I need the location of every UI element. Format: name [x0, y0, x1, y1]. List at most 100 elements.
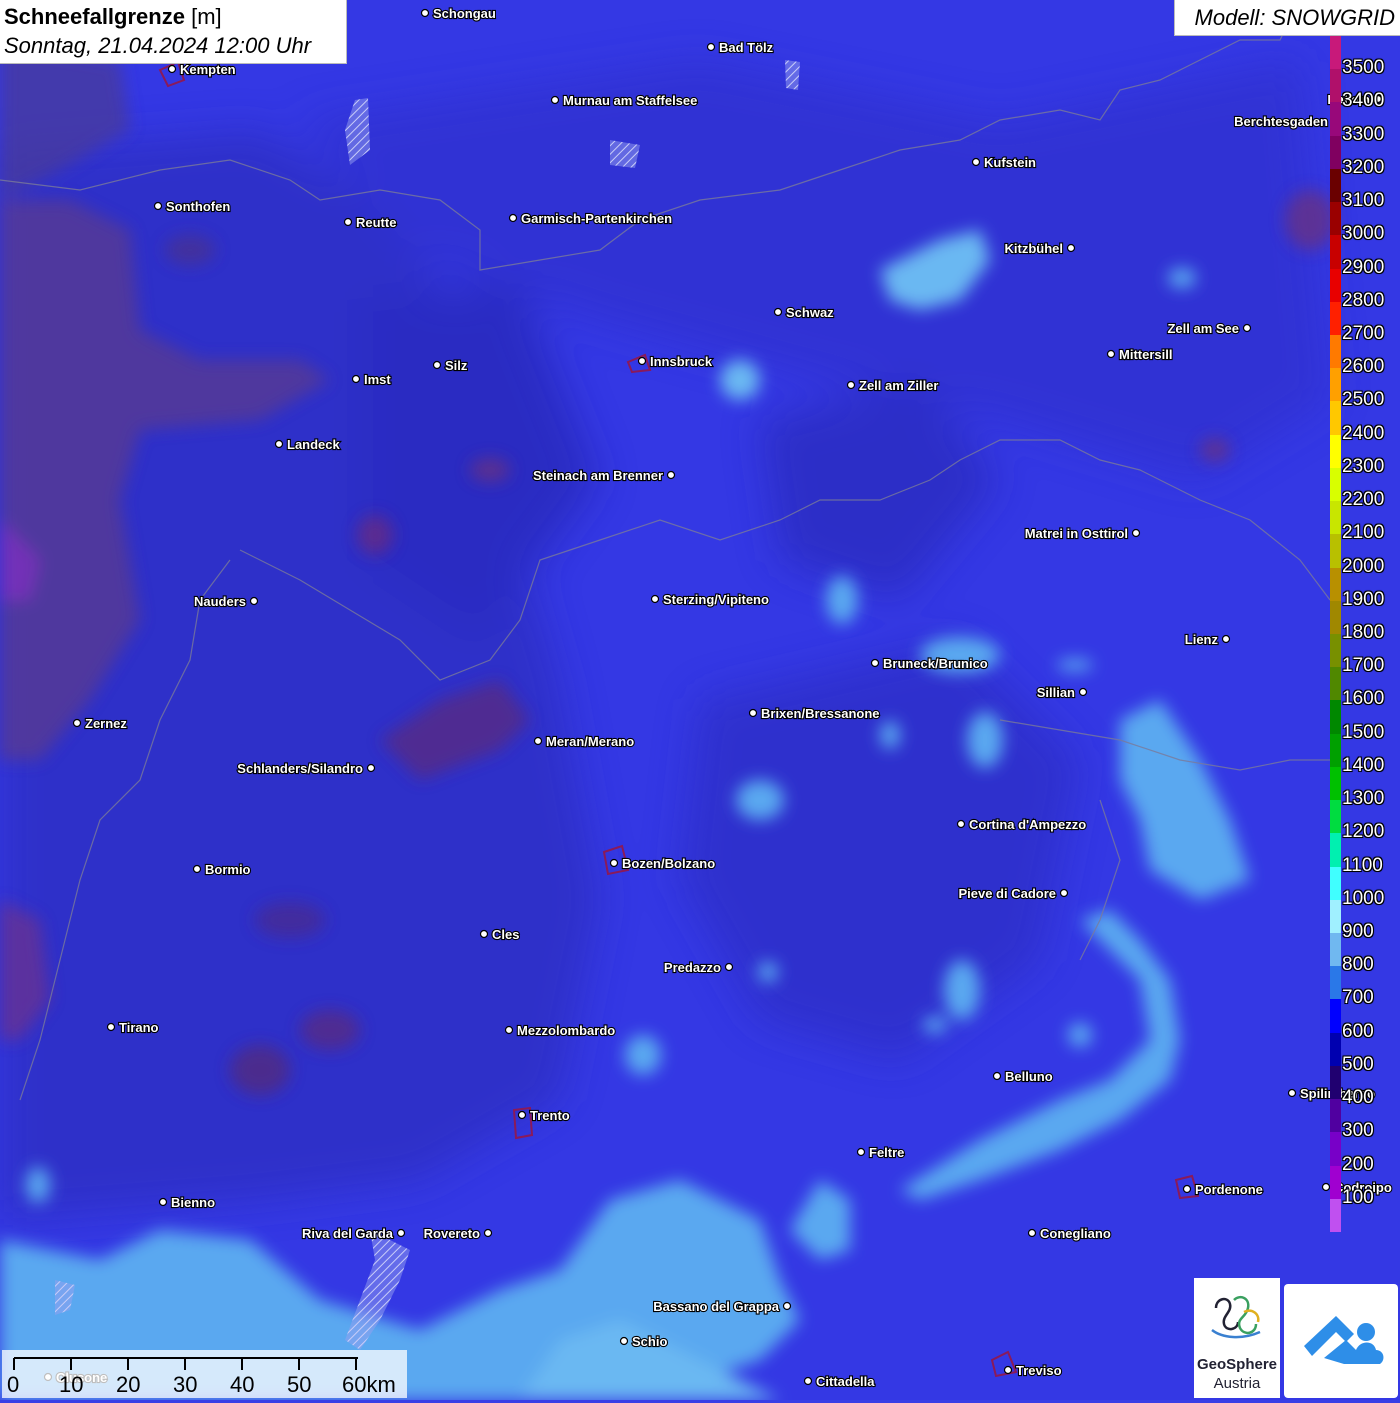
city-dot	[1242, 323, 1252, 333]
legend-color-band	[1330, 567, 1341, 602]
legend-label: 800	[1342, 954, 1374, 976]
city-marker[interactable]: Sonthofen	[153, 198, 231, 215]
city-marker[interactable]: Pordenone	[1182, 1181, 1264, 1198]
city-label: Nauders	[194, 594, 246, 609]
city-label: Schwaz	[786, 305, 834, 320]
color-legend: 3500 3400 3300 3200 3100 3000 2900 2800 2700 2600…	[1330, 36, 1400, 1233]
city-marker[interactable]: Innsbruck	[637, 353, 714, 370]
legend-label: 1900	[1342, 588, 1385, 610]
legend-color-band	[1330, 600, 1341, 635]
city-dot	[274, 439, 284, 449]
city-marker[interactable]: Pieve di Cadore	[957, 885, 1069, 902]
legend-label: 3400	[1342, 90, 1385, 112]
legend-label: 2900	[1342, 256, 1385, 278]
geosphere-swirl-icon	[1211, 1296, 1261, 1339]
legend-color-band	[1330, 766, 1341, 801]
city-marker[interactable]: Zell am Ziller	[846, 377, 940, 394]
legend-label: 300	[1342, 1120, 1374, 1142]
city-dot	[956, 819, 966, 829]
legend-color-band	[1330, 634, 1341, 668]
city-label: Conegliano	[1040, 1226, 1111, 1241]
legend-color-band	[1330, 1032, 1341, 1067]
scale-label-10: 10	[59, 1372, 84, 1397]
legend-label: 200	[1342, 1153, 1374, 1175]
legend-color-band	[1330, 235, 1341, 270]
city-marker[interactable]: Matrei in Osttirol	[1024, 525, 1141, 542]
city-marker[interactable]: Riva del Garda	[301, 1225, 406, 1242]
scale-label-20: 20	[116, 1372, 141, 1397]
geosphere-subtitle: Austria	[1213, 1375, 1261, 1392]
city-dot	[1321, 1182, 1331, 1192]
city-marker[interactable]: Garmisch-Partenkirchen	[508, 210, 673, 227]
legend-color-band	[1330, 202, 1341, 236]
legend-label: 3200	[1342, 156, 1385, 178]
city-marker[interactable]: Bassano del Grappa	[652, 1298, 792, 1315]
city-label: Silz	[445, 358, 468, 373]
house-cloud-icon	[1304, 1316, 1384, 1364]
city-label: Matrei in Osttirol	[1025, 526, 1128, 541]
legend-label: 400	[1342, 1087, 1374, 1109]
city-label: Reutte	[356, 215, 396, 230]
city-marker[interactable]: Murnau am Staffelsee	[550, 92, 698, 109]
city-marker[interactable]: Schongau	[420, 5, 497, 22]
city-label: Mezzolombardo	[517, 1023, 615, 1038]
legend-color-band	[1330, 168, 1341, 203]
map-title: Schneefallgrenze [m]	[4, 4, 222, 30]
city-dot	[1221, 634, 1231, 644]
geosphere-logo[interactable]: GeoSphere Austria	[1194, 1278, 1280, 1398]
legend-color-band	[1330, 102, 1341, 137]
city-marker[interactable]: Brixen/Bressanone	[748, 705, 881, 722]
geosphere-name: GeoSphere	[1196, 1356, 1278, 1373]
city-marker[interactable]: Bruneck/Brunico	[870, 655, 989, 672]
city-marker[interactable]: Bozen/Bolzano	[609, 855, 716, 872]
city-label: Zell am See	[1167, 321, 1239, 336]
scale-label-40: 40	[230, 1372, 255, 1397]
city-marker[interactable]: Cittadella	[803, 1373, 876, 1390]
city-label: Innsbruck	[650, 354, 713, 369]
city-dot	[748, 708, 758, 718]
city-label: Zell am Ziller	[859, 378, 938, 393]
city-marker[interactable]: Zell am See	[1166, 320, 1252, 337]
city-dot	[483, 1228, 493, 1238]
forecast-datetime: Sonntag, 21.04.2024 12:00 Uhr	[4, 33, 312, 58]
legend-color-band	[1330, 1132, 1341, 1167]
city-label: Kempten	[180, 62, 236, 77]
legend-label: 3000	[1342, 223, 1385, 245]
city-marker[interactable]: Sterzing/Vipiteno	[650, 591, 770, 608]
legend-color-band	[1330, 335, 1341, 369]
city-label: Bad Tölz	[719, 40, 774, 55]
city-marker[interactable]: Berchtesgaden	[1233, 113, 1341, 130]
legend-label: 700	[1342, 987, 1374, 1009]
city-marker[interactable]: Meran/Merano	[533, 733, 635, 750]
legend-color-band	[1330, 534, 1341, 569]
city-dot	[343, 217, 353, 227]
legend-color-band	[1330, 999, 1341, 1034]
model-name: Modell: SNOWGRID	[1194, 5, 1395, 30]
city-marker[interactable]: Steinach am Brenner	[532, 467, 676, 484]
scale-label-0: 0	[7, 1372, 20, 1397]
city-label: Berchtesgaden	[1234, 114, 1328, 129]
legend-label: 600	[1342, 1020, 1374, 1042]
city-label: Brixen/Bressanone	[761, 706, 880, 721]
city-dot	[782, 1301, 792, 1311]
legend-color-band	[1330, 933, 1341, 967]
city-label: Riva del Garda	[302, 1226, 394, 1241]
city-label: Steinach am Brenner	[533, 468, 663, 483]
city-dot	[432, 360, 442, 370]
legend-label: 1100	[1342, 854, 1383, 876]
legend-color-band	[1330, 135, 1341, 170]
app-logo[interactable]	[1284, 1284, 1398, 1398]
city-label: Meran/Merano	[546, 734, 634, 749]
city-label: Kufstein	[984, 155, 1036, 170]
city-marker[interactable]: Cortina d'Ampezzo	[956, 816, 1087, 833]
city-marker[interactable]: Conegliano	[1027, 1225, 1112, 1242]
legend-color-band	[1330, 966, 1341, 1000]
legend-color-band	[1330, 401, 1341, 436]
city-marker[interactable]: Mezzolombardo	[504, 1022, 616, 1039]
city-label: Bienno	[171, 1195, 215, 1210]
city-marker[interactable]: Schlanders/Silandro	[236, 760, 376, 777]
legend-color-band	[1330, 69, 1341, 103]
city-label: Pieve di Cadore	[958, 886, 1056, 901]
snowfall-limit-map[interactable]: Schongau Kempten Bad Tölz Murnau am Staffel…	[0, 0, 1400, 1400]
city-dot	[846, 380, 856, 390]
